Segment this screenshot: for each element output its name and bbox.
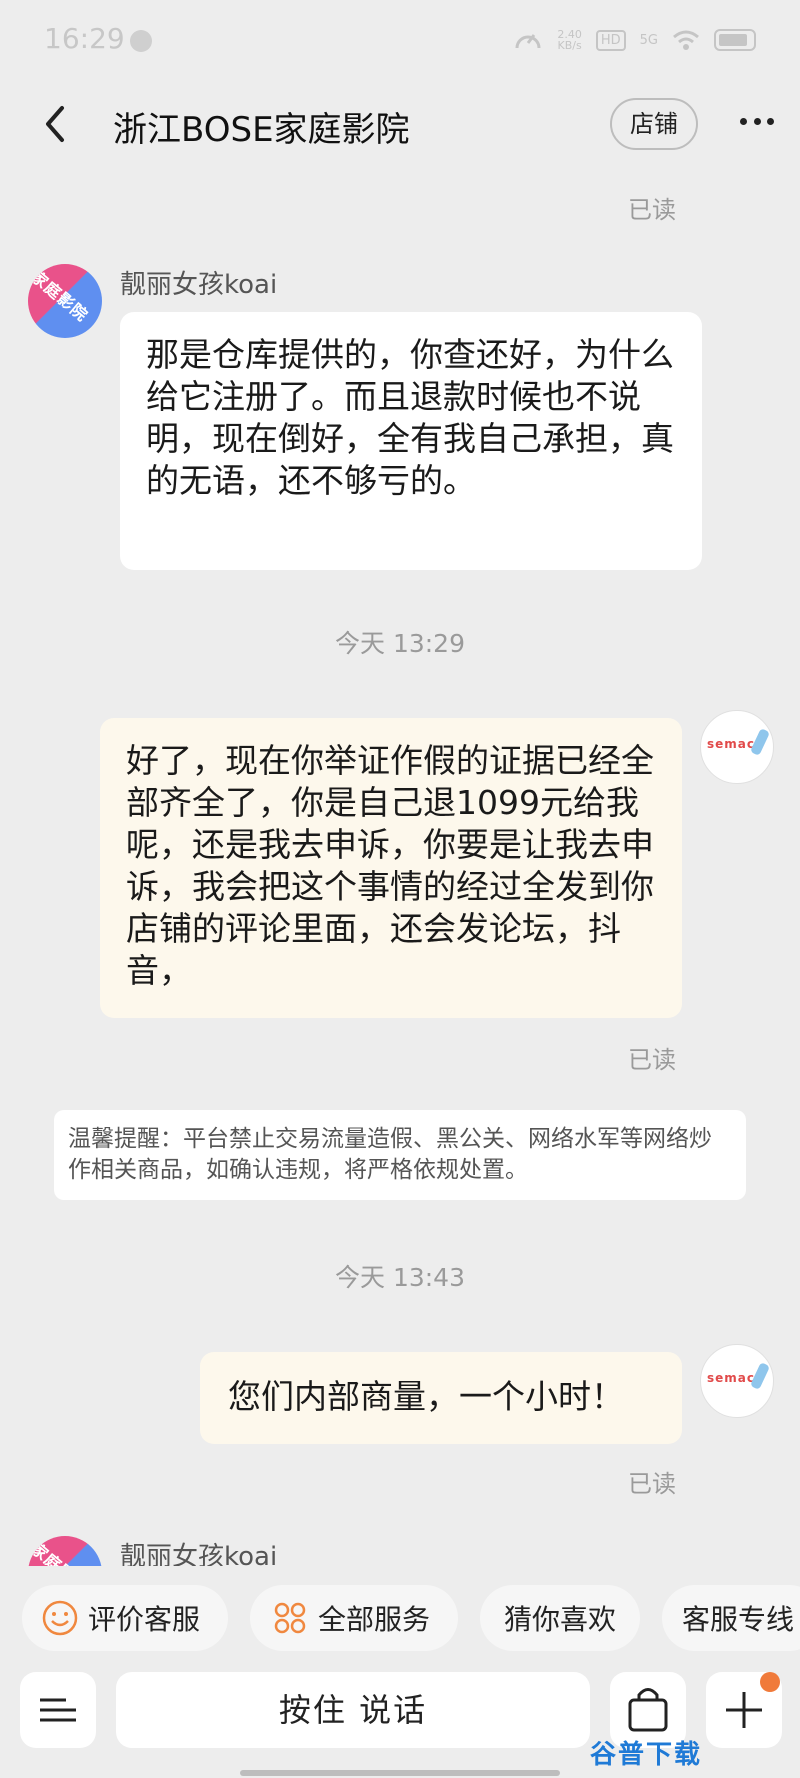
chip-rate-service[interactable]: 评价客服: [22, 1585, 228, 1651]
smile-icon: [42, 1600, 78, 1636]
notification-icon: [130, 30, 152, 52]
signal-icon: 5G: [639, 32, 658, 48]
chat-title: 浙江BOSE家庭影院: [113, 110, 410, 150]
chip-all-services[interactable]: 全部服务: [250, 1585, 458, 1651]
watermark: 谷普下载: [590, 1740, 703, 1770]
wifi-icon: [673, 30, 699, 50]
customer-nickname: 靓丽女孩koai: [120, 270, 278, 300]
menu-button[interactable]: [20, 1672, 96, 1748]
chip-label: 客服专线: [682, 1603, 795, 1636]
hold-to-talk-button[interactable]: 按住 说话: [116, 1672, 590, 1748]
read-receipt: 已读: [628, 1470, 676, 1498]
timestamp: 今天 13:43: [335, 1263, 465, 1292]
network-speed: 2.40 KB/s: [557, 28, 582, 52]
chip-label: 评价客服: [88, 1603, 201, 1636]
message-text: 那是仓库提供的，你查还好，为什么给它注册了。而且退款时候也不说明，现在倒好，全有…: [146, 335, 674, 500]
back-arrow-icon[interactable]: [38, 102, 74, 146]
chip-label: 猜你喜欢: [503, 1603, 616, 1636]
outgoing-message-bubble[interactable]: 好了，现在你举证作假的证据已经全部齐全了，你是自己退1099元给我呢，还是我去申…: [100, 718, 682, 1018]
incoming-message-bubble[interactable]: 那是仓库提供的，你查还好，为什么给它注册了。而且退款时候也不说明，现在倒好，全有…: [120, 312, 702, 570]
more-icon[interactable]: [740, 118, 774, 130]
battery-icon: [714, 29, 756, 51]
status-time: 16:29: [44, 22, 125, 55]
read-receipt: 已读: [628, 196, 676, 224]
shop-avatar[interactable]: semaco: [700, 710, 774, 784]
customer-avatar[interactable]: 家庭影院: [28, 1536, 102, 1566]
notice-text: 温馨提醒：平台禁止交易流量造假、黑公关、网络水军等网络炒作相关商品，如确认违规，…: [68, 1126, 712, 1183]
partial-message-row: 家庭影院 靓丽女孩koai: [0, 1520, 800, 1566]
chip-recommend[interactable]: 猜你喜欢: [480, 1585, 640, 1651]
message-text: 好了，现在你举证作假的证据已经全部齐全了，你是自己退1099元给我呢，还是我去申…: [126, 741, 654, 990]
menu-icon: [40, 1698, 76, 1722]
message-text: 您们内部商量，一个小时！: [228, 1377, 624, 1416]
grid-icon: [274, 1602, 306, 1634]
shop-avatar[interactable]: semaco: [700, 1344, 774, 1418]
home-indicator[interactable]: [240, 1770, 560, 1776]
platform-notice: 温馨提醒：平台禁止交易流量造假、黑公关、网络水军等网络炒作相关商品，如确认违规，…: [54, 1110, 746, 1200]
speedometer-icon: [515, 34, 541, 49]
chip-hotline[interactable]: 客服专线: [662, 1585, 800, 1651]
customer-avatar[interactable]: 家庭影院: [28, 264, 102, 338]
chat-header: 浙江BOSE家庭影院 店铺: [0, 88, 800, 162]
status-bar: 16:29 2.40 KB/s HD 5G: [0, 0, 800, 88]
status-icons: 2.40 KB/s HD 5G: [513, 26, 756, 54]
timestamp: 今天 13:29: [335, 629, 465, 658]
outgoing-message-bubble[interactable]: 您们内部商量，一个小时！: [200, 1352, 682, 1444]
store-button[interactable]: 店铺: [610, 98, 698, 150]
read-receipt: 已读: [628, 1046, 676, 1074]
customer-nickname: 靓丽女孩koai: [120, 1542, 278, 1566]
quick-actions: 评价客服 全部服务 猜你喜欢 客服专线: [0, 1585, 800, 1655]
hd-icon: HD: [595, 29, 626, 51]
notification-badge: [760, 1672, 780, 1692]
chip-label: 全部服务: [318, 1603, 431, 1636]
